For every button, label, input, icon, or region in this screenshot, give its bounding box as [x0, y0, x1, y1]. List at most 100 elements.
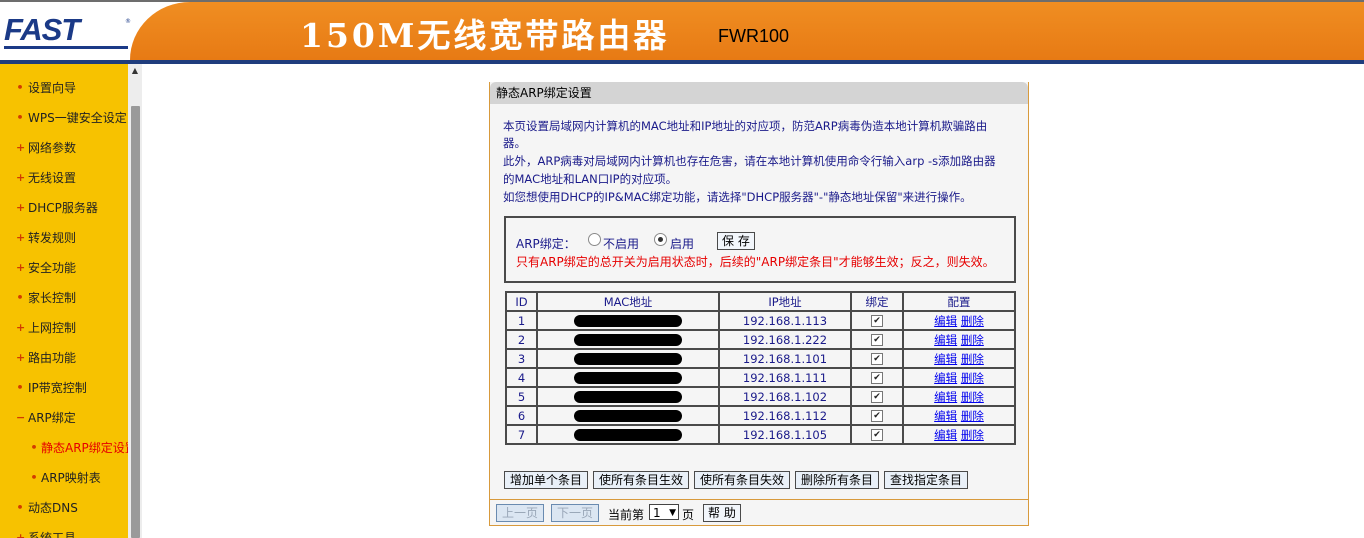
row-bind: ✔: [850, 348, 904, 369]
bind-checkbox[interactable]: ✔: [871, 410, 883, 422]
col-header-ip: IP地址: [718, 291, 852, 312]
row-config: 编辑 删除: [902, 424, 1016, 445]
sidebar-menu: • 设置向导 • WPS一键安全设定 + 网络参数 + 无线设置 + DHCP服务器 + 转发规则 + 安…: [0, 64, 128, 538]
edit-link[interactable]: 编辑: [934, 390, 957, 404]
arp-switch-box: ARP绑定： 不启用 启用 保 存 只有ARP绑定的总开关为启用状态时，后续的"…: [504, 216, 1016, 283]
row-bind: ✔: [850, 405, 904, 426]
sidebar-item[interactable]: • 家长控制: [0, 283, 128, 313]
arp-table: ID MAC地址 IP地址 绑定 配置 1 192.168.1.113 ✔ 编辑 删除…: [505, 291, 1016, 445]
row-ip: 192.168.1.222: [718, 329, 852, 350]
menu-marker-icon: +: [16, 231, 26, 244]
bind-checkbox[interactable]: ✔: [871, 391, 883, 403]
scroll-up-arrow-icon[interactable]: ▲: [128, 64, 142, 78]
redacted-mac: [574, 429, 682, 441]
model-number: FWR100: [718, 26, 790, 46]
sidebar-item-label: 动态DNS: [28, 501, 78, 515]
page-select-value: 1: [653, 506, 661, 520]
add-entry-button[interactable]: 增加单个条目: [504, 471, 589, 489]
table-row: 1 192.168.1.113 ✔ 编辑 删除: [505, 310, 1016, 331]
row-config: 编辑 删除: [902, 310, 1016, 331]
menu-marker-icon: +: [16, 351, 26, 364]
row-mac: [536, 424, 720, 445]
sidebar-item[interactable]: • 设置向导: [0, 73, 128, 103]
sidebar-item[interactable]: • WPS一键安全设定: [0, 103, 128, 133]
edit-link[interactable]: 编辑: [934, 428, 957, 442]
row-id: 1: [505, 310, 538, 331]
row-config: 编辑 删除: [902, 386, 1016, 407]
table-row: 6 192.168.1.112 ✔ 编辑 删除: [505, 405, 1016, 426]
prev-page-button[interactable]: 上一页: [496, 504, 545, 522]
save-button[interactable]: 保 存: [717, 232, 755, 250]
redacted-mac: [574, 353, 682, 365]
sidebar-item-label: 系统工具: [28, 531, 77, 538]
header-banner: FAST ® 150M无线宽带路由器 FWR100: [0, 0, 1364, 64]
table-row: 2 192.168.1.222 ✔ 编辑 删除: [505, 329, 1016, 350]
row-bind: ✔: [850, 386, 904, 407]
delete-link[interactable]: 删除: [961, 390, 984, 404]
sidebar-item-label: 路由功能: [28, 351, 77, 365]
bind-checkbox[interactable]: ✔: [871, 429, 883, 441]
sidebar-item-label: 静态ARP绑定设置: [41, 441, 128, 455]
enable-all-button[interactable]: 使所有条目生效: [593, 471, 690, 489]
delete-link[interactable]: 删除: [961, 371, 984, 385]
sidebar-item[interactable]: + DHCP服务器: [0, 193, 128, 223]
pagination-bar: 上一页 下一页 当前第 1 ▼ 页 帮 助: [490, 499, 1028, 526]
sidebar-item-label: WPS一键安全设定: [28, 111, 127, 125]
delete-link[interactable]: 删除: [961, 333, 984, 347]
description-line-1: 本页设置局域网内计算机的MAC地址和IP地址的对应项，防范ARP病毒伪造本地计算…: [503, 119, 988, 133]
sidebar-item[interactable]: + 上网控制: [0, 313, 128, 343]
header-bottom-line: [0, 60, 1364, 64]
sidebar-item[interactable]: • ARP映射表: [0, 463, 128, 493]
redacted-mac: [574, 391, 682, 403]
row-id: 2: [505, 329, 538, 350]
table-header-row: ID MAC地址 IP地址 绑定 配置: [505, 291, 1016, 312]
next-page-button[interactable]: 下一页: [551, 504, 600, 522]
sidebar-item[interactable]: − ARP绑定: [0, 403, 128, 433]
description-line-5: 如您想使用DHCP的IP&MAC绑定功能，请选择"DHCP服务器"-"静态地址保…: [503, 190, 972, 204]
edit-link[interactable]: 编辑: [934, 352, 957, 366]
sidebar-item-label: 安全功能: [28, 261, 77, 275]
delete-link[interactable]: 删除: [961, 409, 984, 423]
sidebar-item[interactable]: • 静态ARP绑定设置: [0, 433, 128, 463]
bind-checkbox[interactable]: ✔: [871, 353, 883, 365]
sidebar-item[interactable]: • 动态DNS: [0, 493, 128, 523]
col-header-config: 配置: [902, 291, 1016, 312]
sidebar-item[interactable]: + 无线设置: [0, 163, 128, 193]
sidebar-item[interactable]: + 系统工具: [0, 523, 128, 538]
edit-link[interactable]: 编辑: [934, 314, 957, 328]
sidebar-item[interactable]: • IP带宽控制: [0, 373, 128, 403]
menu-marker-icon: •: [16, 381, 24, 394]
disable-all-button[interactable]: 使所有条目失效: [694, 471, 791, 489]
bind-checkbox[interactable]: ✔: [871, 372, 883, 384]
row-config: 编辑 删除: [902, 405, 1016, 426]
sidebar-item[interactable]: + 安全功能: [0, 253, 128, 283]
sidebar-item-label: 设置向导: [28, 81, 77, 95]
menu-marker-icon: +: [16, 201, 26, 214]
delete-link[interactable]: 删除: [961, 428, 984, 442]
help-button[interactable]: 帮 助: [703, 504, 741, 522]
sidebar-item[interactable]: + 网络参数: [0, 133, 128, 163]
brand-logo: FAST: [4, 12, 80, 47]
edit-link[interactable]: 编辑: [934, 371, 957, 385]
panel-title: 静态ARP绑定设置: [496, 86, 592, 100]
row-mac: [536, 348, 720, 369]
delete-all-button[interactable]: 删除所有条目: [795, 471, 880, 489]
sidebar-item-label: IP带宽控制: [28, 381, 87, 395]
bind-checkbox[interactable]: ✔: [871, 334, 883, 346]
find-entry-button[interactable]: 查找指定条目: [884, 471, 969, 489]
row-config: 编辑 删除: [902, 329, 1016, 350]
radio-disable[interactable]: [588, 233, 601, 246]
sidebar-item[interactable]: + 转发规则: [0, 223, 128, 253]
sidebar-item[interactable]: + 路由功能: [0, 343, 128, 373]
edit-link[interactable]: 编辑: [934, 333, 957, 347]
edit-link[interactable]: 编辑: [934, 409, 957, 423]
radio-enable[interactable]: [654, 233, 667, 246]
delete-link[interactable]: 删除: [961, 352, 984, 366]
bind-checkbox[interactable]: ✔: [871, 315, 883, 327]
page-select[interactable]: 1 ▼: [649, 504, 679, 520]
delete-link[interactable]: 删除: [961, 314, 984, 328]
row-config: 编辑 删除: [902, 348, 1016, 369]
sidebar-scrollbar[interactable]: ▲: [128, 64, 142, 538]
scrollbar-thumb[interactable]: [131, 106, 140, 538]
row-ip: 192.168.1.113: [718, 310, 852, 331]
